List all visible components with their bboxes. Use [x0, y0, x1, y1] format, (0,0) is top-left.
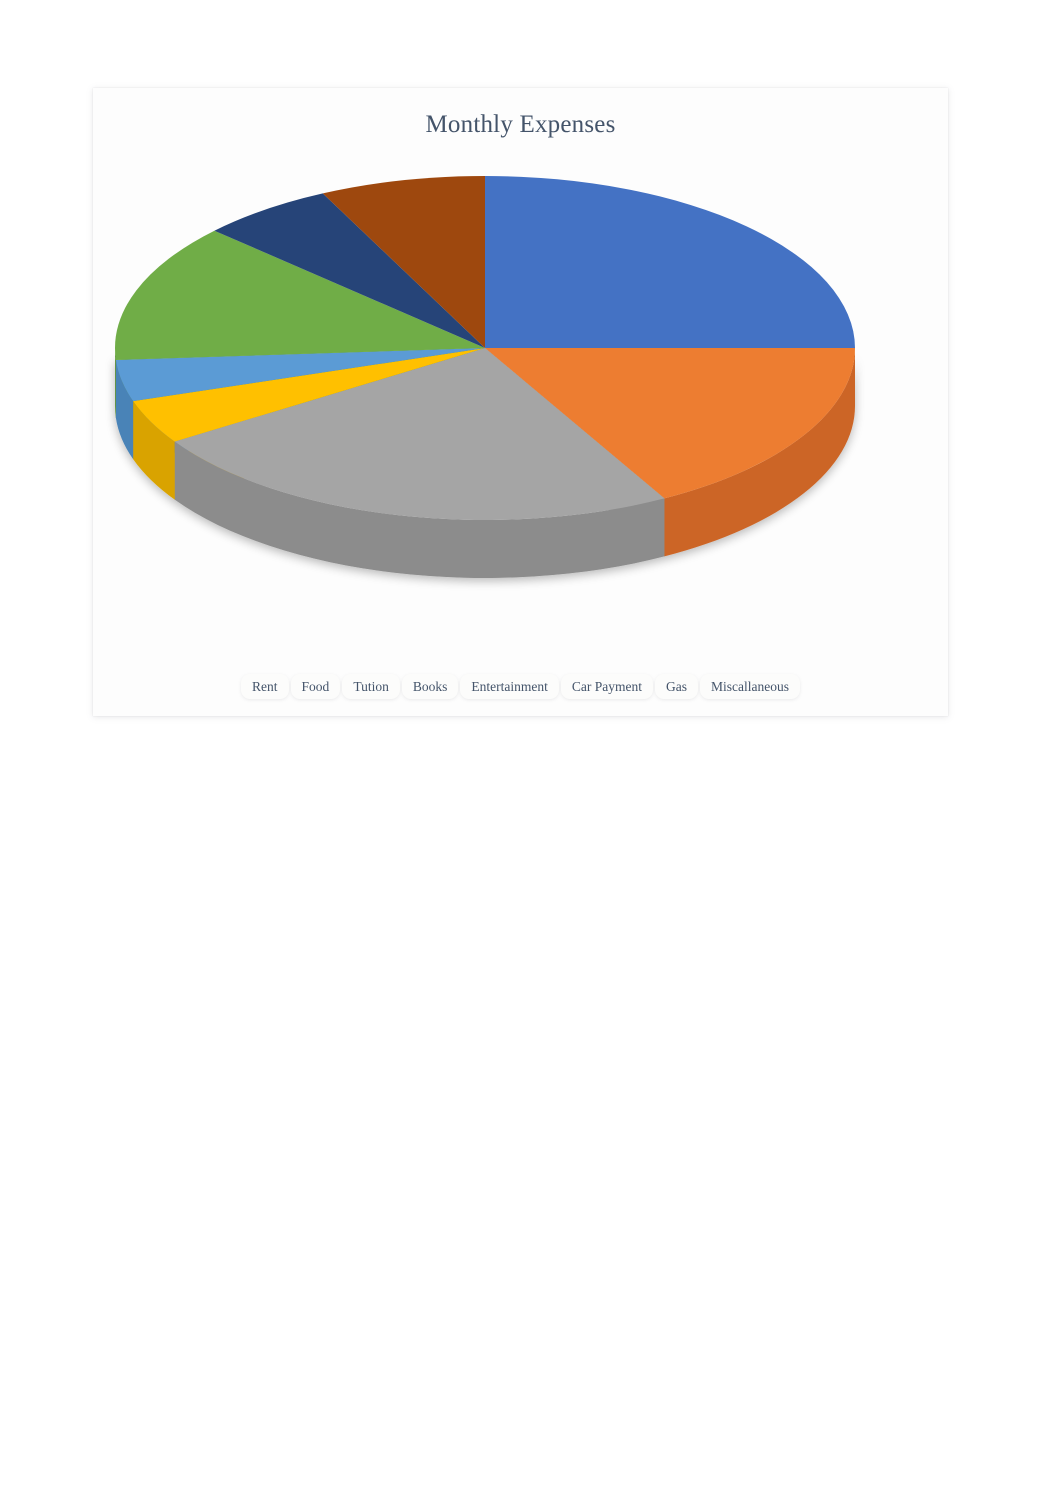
page-root: Monthly Expenses Rent Food Tution Books … — [0, 0, 1062, 1506]
pie-3d-tops — [115, 176, 855, 520]
legend-item[interactable]: Tution — [342, 674, 400, 699]
legend-item[interactable]: Car Payment — [560, 674, 653, 699]
legend-item[interactable]: Miscallaneous — [699, 674, 800, 699]
pie-chart-svg — [115, 176, 855, 578]
legend-item-label: Food — [301, 679, 330, 694]
legend-item-label: Tution — [353, 679, 389, 694]
legend-item[interactable]: Food — [290, 674, 341, 699]
legend-item[interactable]: Books — [401, 674, 459, 699]
chart-legend: Rent Food Tution Books Entertainment Car Paym… — [93, 674, 948, 699]
legend-item-label: Miscallaneous — [710, 679, 789, 694]
legend-item-label: Books — [412, 679, 448, 694]
pie-slice[interactable] — [485, 176, 855, 348]
page-title: Monthly Expenses — [425, 111, 616, 138]
legend-item-label: Gas — [665, 679, 687, 694]
legend-item-label: Entertainment — [471, 679, 548, 694]
legend-item[interactable]: Rent — [241, 674, 289, 699]
legend-item[interactable]: Entertainment — [460, 674, 559, 699]
legend-item-label: Car Payment — [571, 679, 642, 694]
chart-card: Monthly Expenses Rent Food Tution Books … — [93, 88, 948, 716]
pie-chart-container — [93, 163, 948, 643]
legend-item-label: Rent — [252, 679, 278, 694]
legend-item[interactable]: Gas — [654, 674, 698, 699]
